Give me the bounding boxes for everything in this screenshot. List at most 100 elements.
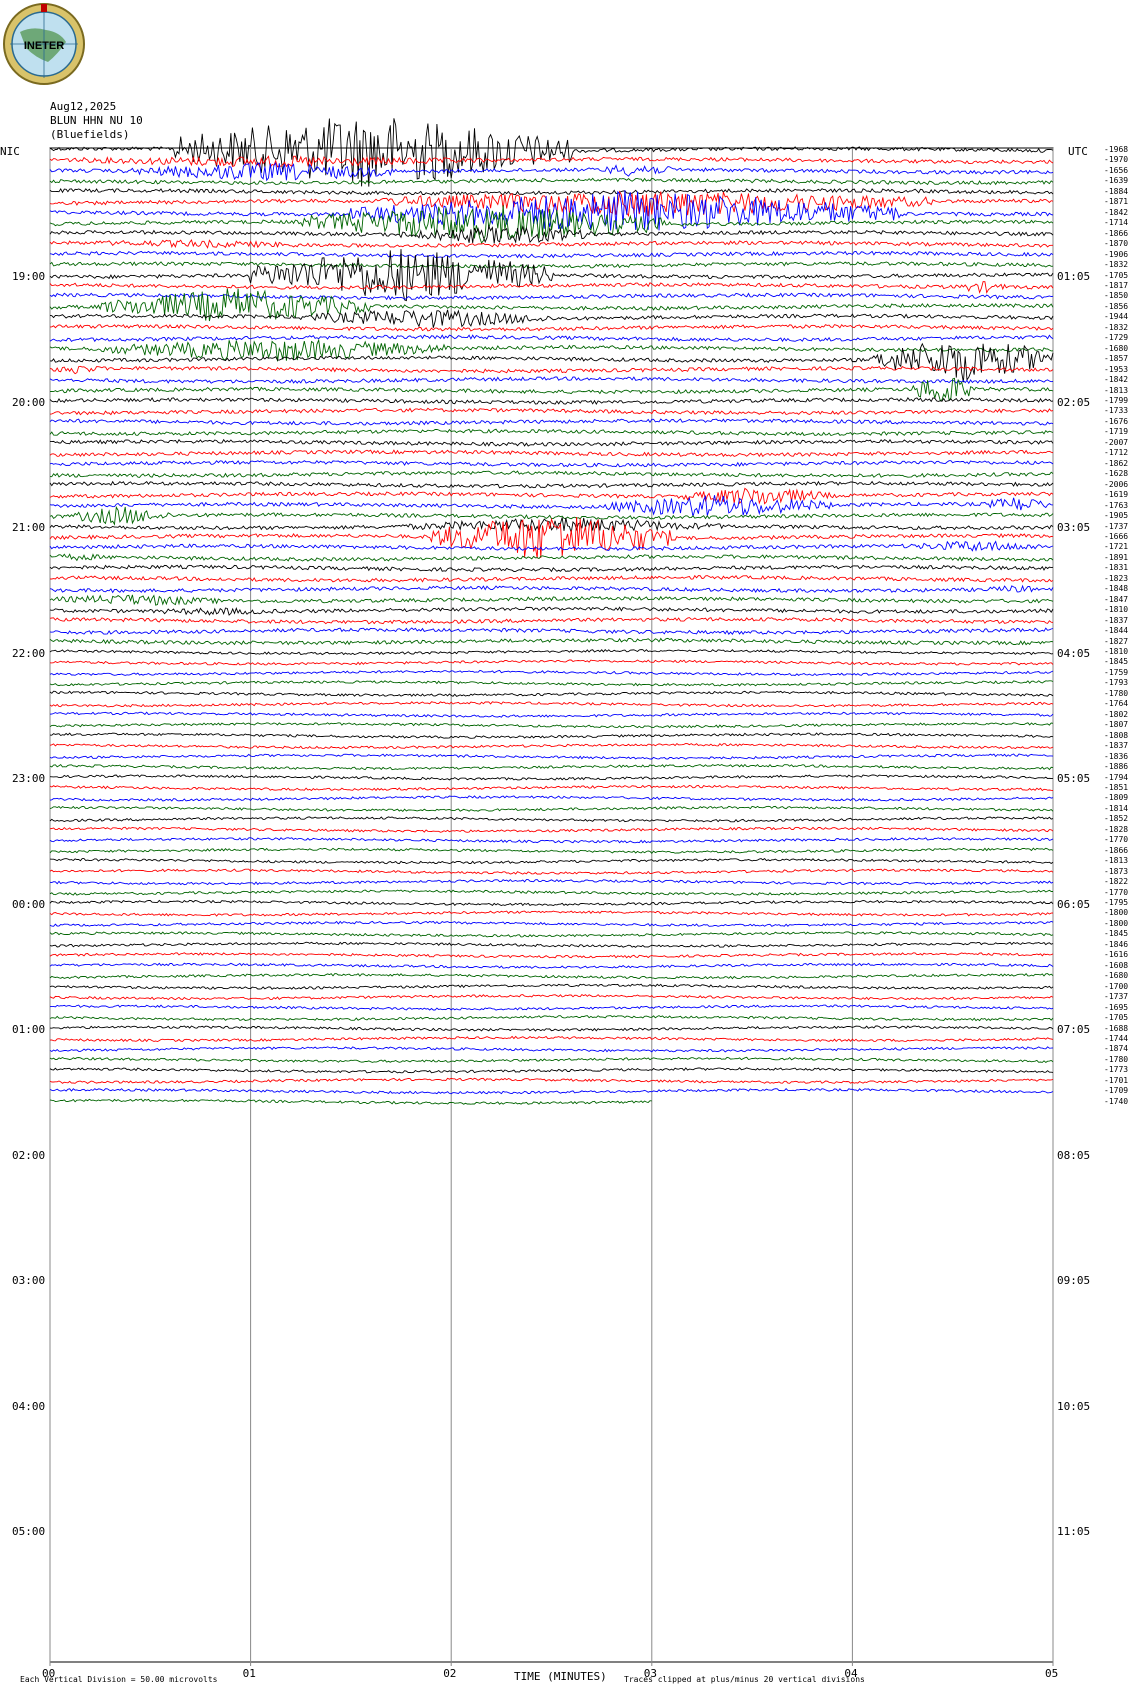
trace-mean-value: -1906 [1104,249,1129,259]
trace-mean-value: -1891 [1104,552,1129,562]
trace-mean-value: -1763 [1104,500,1129,510]
right-hour-label: 07:05 [1057,1023,1091,1036]
date-label: Aug12,2025 [50,100,117,113]
trace-line [49,281,1054,294]
trace-line [49,889,1053,896]
trace-mean-value: -1857 [1104,354,1129,364]
trace-line [49,342,1054,383]
trace-line [49,564,1054,573]
trace-mean-value: -1737 [1104,992,1129,1002]
trace-line [49,941,1054,948]
trace-mean-value: -1799 [1104,396,1129,405]
trace-line [49,1067,1054,1074]
trace-mean-value: -1866 [1104,845,1129,855]
x-tick-label: 02 [443,1667,457,1680]
trace-line [49,205,1054,244]
left-hour-label: 00:00 [12,897,46,911]
left-hour-label: 19:00 [12,270,46,283]
trace-mean-value: -1719 [1104,427,1129,437]
trace-line [49,763,1054,771]
trace-mean-value: -1837 [1104,741,1129,751]
trace-line [49,847,1054,854]
trace-mean-value: -1832 [1104,260,1129,270]
trace-line [49,494,1054,517]
trace-mean-value: -1740 [1104,1096,1129,1106]
trace-mean-value: -1701 [1104,1075,1129,1085]
trace-mean-value: -1866 [1104,228,1129,238]
trace-line [49,487,1054,505]
left-hour-label: 23:00 [12,772,46,785]
right-hour-label: 11:05 [1057,1525,1091,1538]
trace-line [49,659,1054,666]
trace-mean-value: -1852 [1104,814,1129,824]
trace-mean-value: -1639 [1104,176,1129,186]
trace-mean-value: -1616 [1104,950,1129,960]
trace-line [49,878,1054,886]
trace-line [49,1046,1054,1053]
trace-line [49,931,1054,938]
trace-mean-value: -1842 [1104,375,1129,385]
trace-mean-value: -1773 [1104,1065,1129,1075]
trace-mean-value: -1847 [1104,594,1129,604]
trace-line [49,365,1054,375]
trace-line [49,722,1054,729]
trace-line [49,1015,1054,1022]
clip-note: Traces clipped at plus/minus 20 vertical… [624,1675,865,1684]
trace-mean-value: -1845 [1104,929,1129,939]
trace-mean-value: -1822 [1104,877,1129,887]
trace-line [49,701,1054,708]
trace-line [49,177,1054,186]
trace-mean-value: -1714 [1104,218,1129,228]
trace-mean-value: -1848 [1104,584,1129,594]
trace-mean-value: -1705 [1104,270,1129,280]
trace-mean-value: -1780 [1104,688,1129,698]
trace-line [49,334,1054,343]
trace-mean-value: -1744 [1104,1033,1129,1043]
x-tick-label: 05 [1045,1667,1059,1680]
x-tick-label: 01 [242,1667,256,1680]
trace-mean-value: -1800 [1104,908,1129,918]
trace-mean-value: -1837 [1104,615,1129,625]
trace-line [49,118,1054,187]
trace-mean-value: -1850 [1104,291,1129,301]
trace-mean-value: -1729 [1104,333,1129,343]
trace-mean-value: -2007 [1104,437,1129,447]
trace-mean-value: -1831 [1104,563,1129,573]
trace-line [49,470,1054,478]
trace-line [49,1035,1054,1043]
header: Aug12,2025 BLUN HHN NU 10 (Bluefields) [50,100,143,142]
trace-line [49,616,1054,625]
right-timezone-label: UTC [1068,145,1088,158]
trace-mean-value: -1851 [1104,782,1129,792]
trace-mean-value: -1944 [1104,312,1129,322]
trace-mean-value: -1808 [1104,730,1129,740]
station-label: BLUN HHN NU 10 [50,114,143,127]
trace-mean-value: -1680 [1104,971,1129,981]
trace-line [49,805,1054,813]
trace-line [49,858,1054,865]
trace-line [49,1056,1054,1063]
trace-line [49,774,1054,781]
trace-line [49,594,1054,606]
time-gridlines [49,147,1054,1666]
trace-line [49,239,1053,249]
trace-line [49,711,1054,718]
trace-mean-value: -2006 [1104,479,1129,489]
trace-mean-value: -1823 [1104,573,1129,583]
scale-note: Each Vertical Division = 50.00 microvolt… [20,1675,218,1684]
right-hour-label: 04:05 [1057,646,1091,660]
trace-mean-value: -1802 [1104,709,1129,719]
trace-line [49,376,1054,385]
trace-mean-value: -1828 [1104,824,1129,834]
trace-line [49,161,1054,182]
trace-mean-value: -1737 [1104,521,1129,531]
trace-line [49,795,1054,802]
trace-line [49,868,1054,875]
right-hour-label: 09:05 [1057,1274,1091,1287]
trace-mean-value: -1814 [1104,803,1129,813]
trace-mean-value: -1810 [1104,647,1129,656]
left-hour-label: 21:00 [12,521,46,534]
trace-mean-value: -1813 [1104,856,1129,866]
trace-mean-value: -1870 [1104,239,1129,249]
trace-mean-value: -1873 [1104,866,1129,876]
